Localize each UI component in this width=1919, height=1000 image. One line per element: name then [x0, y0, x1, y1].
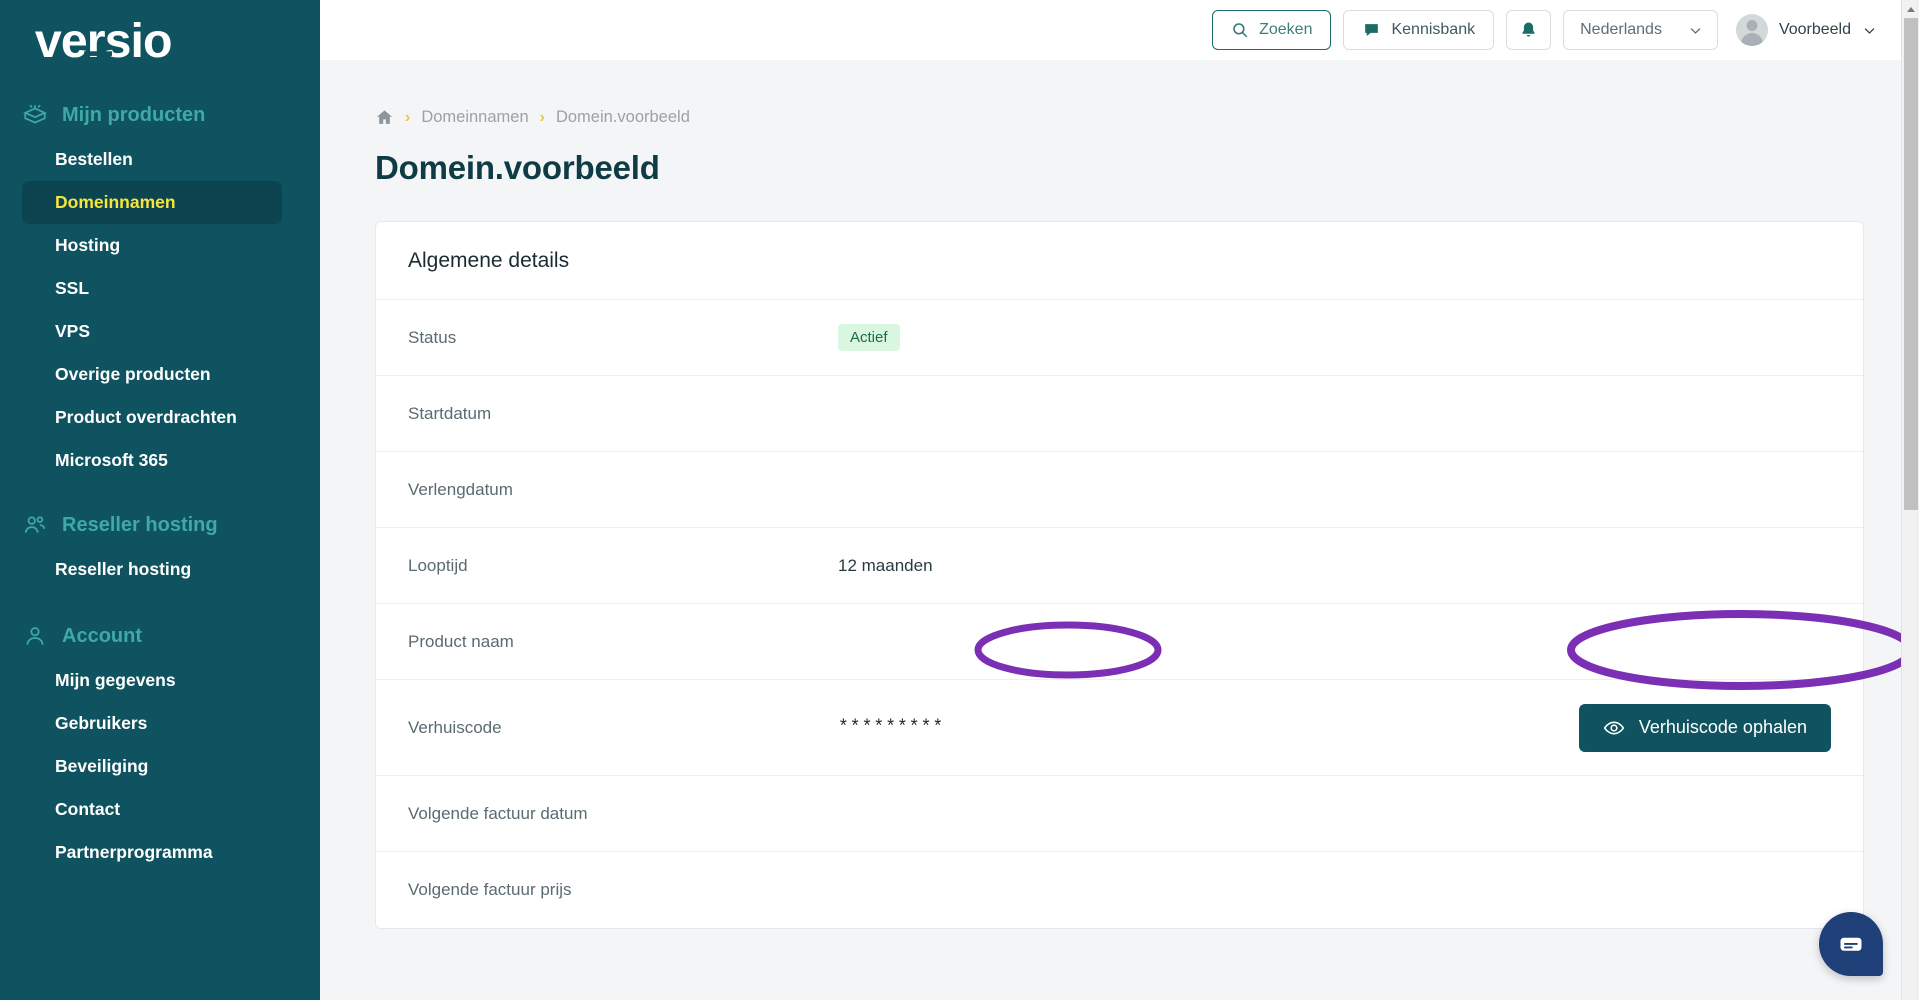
sidebar-group-mijn-producten: Mijn producten Bestellen Domeinnamen Hos… — [0, 92, 320, 482]
table-row-verhuiscode: Verhuiscode ********* Verhuiscode ophale… — [376, 680, 1863, 776]
general-details-card: Algemene details Status Actief Startdatu… — [375, 221, 1864, 929]
user-icon — [22, 623, 48, 649]
table-row: Looptijd 12 maanden — [376, 528, 1863, 604]
sidebar-group-header-reseller-hosting[interactable]: Reseller hosting — [0, 502, 320, 548]
row-label-status: Status — [408, 328, 838, 348]
breadcrumb-home-link[interactable] — [375, 108, 394, 127]
breadcrumb-separator: › — [405, 109, 410, 127]
search-icon — [1231, 21, 1249, 39]
sidebar-group-label: Mijn producten — [62, 104, 205, 127]
topbar: Zoeken Kennisbank Nederlands — [320, 0, 1919, 60]
sidebar-item-overige-producten[interactable]: Overige producten — [22, 353, 282, 396]
sidebar-item-beveiliging[interactable]: Beveiliging — [22, 745, 282, 788]
fetch-transfer-code-button[interactable]: Verhuiscode ophalen — [1579, 704, 1831, 752]
sidebar-item-product-overdrachten[interactable]: Product overdrachten — [22, 396, 282, 439]
card-heading: Algemene details — [376, 222, 1863, 300]
language-select[interactable]: Nederlands — [1563, 10, 1718, 50]
sidebar-group-label: Reseller hosting — [62, 514, 218, 537]
avatar — [1736, 14, 1768, 46]
svg-text:versio: versio — [35, 16, 172, 68]
sidebar-item-partnerprogramma[interactable]: Partnerprogramma — [22, 831, 282, 874]
page-title: Domein.voorbeeld — [320, 127, 1919, 187]
breadcrumb: › Domeinnamen › Domein.voorbeeld — [320, 60, 1919, 127]
sidebar: versio Mijn producten Bestellen Domeinna… — [0, 0, 320, 1000]
row-value-verhuiscode: ********* — [838, 718, 1579, 738]
users-icon — [22, 512, 48, 538]
page-scrollbar[interactable] — [1901, 0, 1919, 1000]
scrollbar-thumb[interactable] — [1904, 18, 1918, 510]
row-label-looptijd: Looptijd — [408, 556, 838, 576]
table-row: Volgende factuur prijs — [376, 852, 1863, 928]
app-root: versio Mijn producten Bestellen Domeinna… — [0, 0, 1919, 1000]
sidebar-item-contact[interactable]: Contact — [22, 788, 282, 831]
row-action-verhuiscode: Verhuiscode ophalen — [1579, 704, 1831, 752]
package-icon — [22, 102, 48, 128]
table-row: Status Actief — [376, 300, 1863, 376]
sidebar-item-hosting[interactable]: Hosting — [22, 224, 282, 267]
chat-bubble-icon — [1362, 21, 1381, 40]
bell-icon — [1519, 20, 1538, 40]
search-button-label: Zoeken — [1259, 21, 1312, 39]
sidebar-item-gebruikers[interactable]: Gebruikers — [22, 702, 282, 745]
versio-logo-icon: versio — [26, 16, 276, 68]
search-button[interactable]: Zoeken — [1212, 10, 1331, 50]
sidebar-group-header-account[interactable]: Account — [0, 613, 320, 659]
chat-widget-button[interactable] — [1819, 912, 1883, 976]
notifications-button[interactable] — [1506, 10, 1551, 50]
sidebar-group-account: Account Mijn gegevens Gebruikers Beveili… — [0, 613, 320, 874]
scroll-up-icon[interactable] — [1902, 0, 1919, 18]
eye-icon — [1603, 717, 1625, 739]
sidebar-group-reseller-hosting: Reseller hosting Reseller hosting — [0, 502, 320, 591]
sidebar-item-domeinnamen[interactable]: Domeinnamen — [22, 181, 282, 224]
breadcrumb-separator: › — [540, 109, 545, 127]
sidebar-item-mijn-gegevens[interactable]: Mijn gegevens — [22, 659, 282, 702]
status-badge: Actief — [838, 324, 900, 351]
table-row: Startdatum — [376, 376, 1863, 452]
row-label-volgende-factuur-prijs: Volgende factuur prijs — [408, 880, 838, 900]
row-value-looptijd: 12 maanden — [838, 556, 1831, 576]
sidebar-group-header-mijn-producten[interactable]: Mijn producten — [0, 92, 320, 138]
sidebar-item-reseller-hosting[interactable]: Reseller hosting — [22, 548, 282, 591]
brand-logo[interactable]: versio — [0, 0, 320, 86]
sidebar-item-vps[interactable]: VPS — [22, 310, 282, 353]
user-menu[interactable]: Voorbeeld — [1736, 14, 1877, 46]
language-value: Nederlands — [1580, 21, 1662, 39]
row-label-volgende-factuur-datum: Volgende factuur datum — [408, 804, 838, 824]
sidebar-item-ssl[interactable]: SSL — [22, 267, 282, 310]
row-label-verhuiscode: Verhuiscode — [408, 718, 838, 738]
row-label-verlengdatum: Verlengdatum — [408, 480, 838, 500]
breadcrumb-item-current: Domein.voorbeeld — [556, 108, 690, 127]
row-label-startdatum: Startdatum — [408, 404, 838, 424]
sidebar-item-microsoft-365[interactable]: Microsoft 365 — [22, 439, 282, 482]
sidebar-group-label: Account — [62, 625, 142, 648]
table-row: Product naam — [376, 604, 1863, 680]
fetch-transfer-code-label: Verhuiscode ophalen — [1639, 717, 1807, 738]
sidebar-item-bestellen[interactable]: Bestellen — [22, 138, 282, 181]
breadcrumb-item-domeinnamen[interactable]: Domeinnamen — [421, 108, 528, 127]
row-value-status: Actief — [838, 324, 1831, 351]
knowledge-base-label: Kennisbank — [1391, 21, 1475, 39]
page-content: › Domeinnamen › Domein.voorbeeld Domein.… — [320, 60, 1919, 929]
chevron-down-icon — [1862, 23, 1877, 38]
home-icon — [375, 108, 394, 127]
user-menu-name: Voorbeeld — [1779, 21, 1851, 39]
table-row: Volgende factuur datum — [376, 776, 1863, 852]
main-area: Zoeken Kennisbank Nederlands — [320, 0, 1919, 1000]
row-label-product-naam: Product naam — [408, 632, 838, 652]
knowledge-base-button[interactable]: Kennisbank — [1343, 10, 1494, 50]
chevron-down-icon — [1688, 23, 1703, 38]
chat-widget-icon — [1836, 929, 1866, 959]
table-row: Verlengdatum — [376, 452, 1863, 528]
